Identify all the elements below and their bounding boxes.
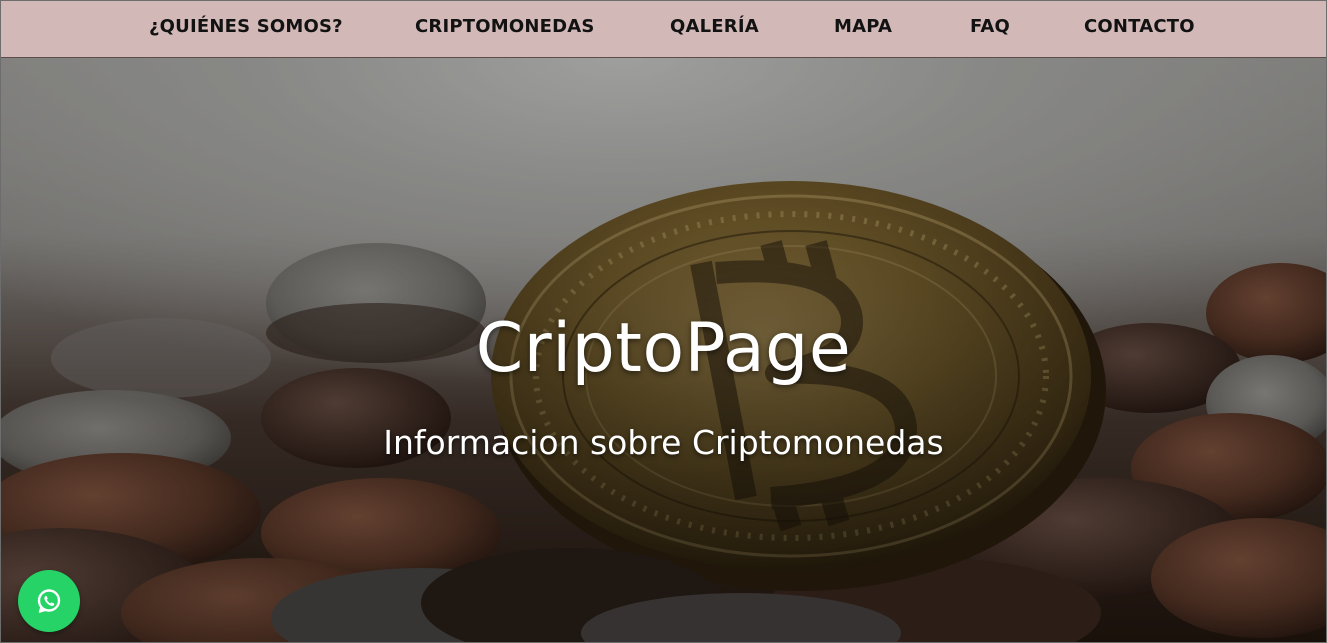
whatsapp-button[interactable] bbox=[18, 570, 80, 632]
nav-link-faq[interactable]: FAQ bbox=[970, 16, 1010, 37]
nav-link-criptomonedas[interactable]: CRIPTOMONEDAS bbox=[415, 16, 595, 37]
whatsapp-icon bbox=[37, 589, 61, 613]
page: ¿QUIÉNES SOMOS? CRIPTOMONEDAS QALERÍA MA… bbox=[0, 0, 1327, 643]
hero-subtitle: Informacion sobre Criptomonedas bbox=[383, 423, 944, 462]
hero-section: CriptoPage Informacion sobre Criptomoned… bbox=[1, 58, 1326, 642]
nav-link-quienes-somos[interactable]: ¿QUIÉNES SOMOS? bbox=[149, 16, 343, 37]
nav-link-contacto[interactable]: CONTACTO bbox=[1084, 16, 1195, 37]
nav-link-mapa[interactable]: MAPA bbox=[834, 16, 892, 37]
top-navbar: ¿QUIÉNES SOMOS? CRIPTOMONEDAS QALERÍA MA… bbox=[1, 1, 1326, 58]
hero-title: CriptoPage bbox=[475, 309, 852, 388]
nav-link-galeria[interactable]: QALERÍA bbox=[670, 16, 759, 37]
